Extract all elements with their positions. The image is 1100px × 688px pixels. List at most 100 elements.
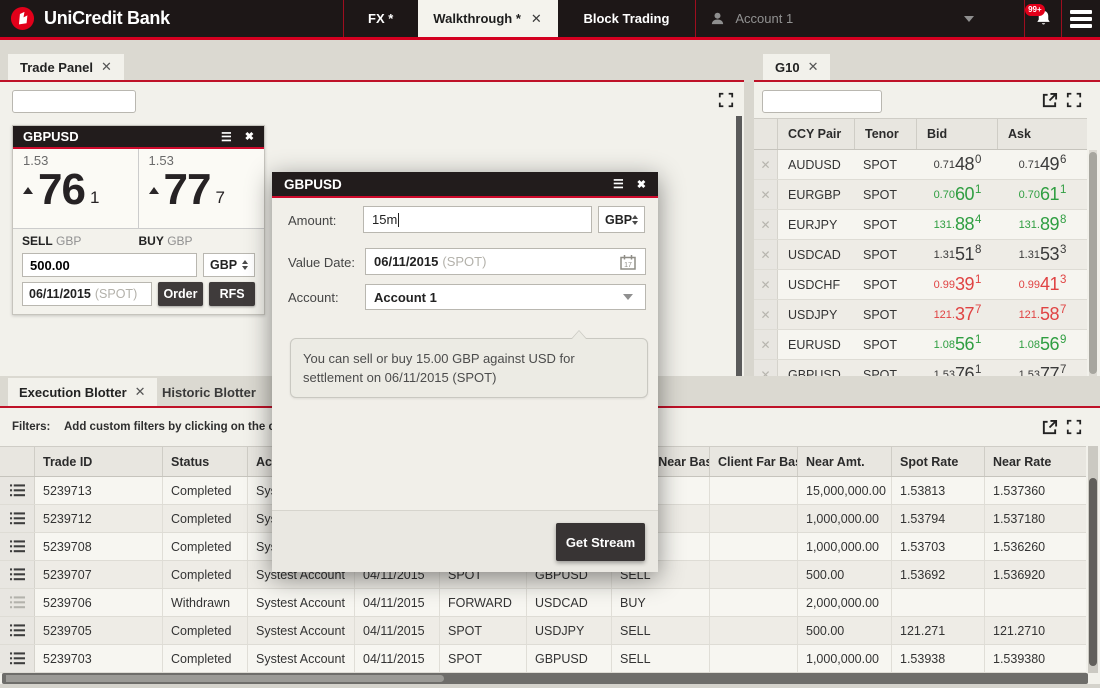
g10-row[interactable]: ✕ AUDUSD SPOT 0.71480 0.71496 — [754, 150, 1087, 180]
dialog-header[interactable]: GBPUSD ☰ ✖ — [272, 172, 658, 198]
notifications-button[interactable]: 99+ — [1025, 0, 1061, 37]
dialog-close-icon[interactable]: ✖ — [637, 178, 646, 191]
remove-pair-button[interactable]: ✕ — [754, 210, 778, 239]
tab-trade-panel[interactable]: Trade Panel ✕ — [8, 54, 124, 80]
remove-pair-button[interactable]: ✕ — [754, 360, 778, 376]
dialog-ccy-select[interactable]: GBP — [598, 206, 645, 233]
close-icon[interactable]: ✕ — [808, 59, 819, 75]
blotter-row[interactable]: 5239703 Completed Systest Account 04/11/… — [0, 645, 1086, 673]
ccy-select[interactable]: GBP — [203, 253, 255, 277]
amount-input[interactable] — [30, 258, 189, 273]
row-menu-button[interactable] — [0, 617, 35, 644]
trade-panel-scrollbar[interactable] — [736, 116, 742, 376]
g10-row[interactable]: ✕ USDJPY SPOT 121.377 121.587 — [754, 300, 1087, 330]
dialog-menu-icon[interactable]: ☰ — [613, 177, 624, 191]
bid-price-cell[interactable]: 121.377 — [917, 304, 998, 325]
g10-row[interactable]: ✕ EURGBP SPOT 0.70601 0.70611 — [754, 180, 1087, 210]
widget-close-icon[interactable]: ✖ — [245, 130, 254, 143]
ask-price-cell[interactable]: 121.587 — [998, 304, 1087, 325]
row-menu-button[interactable] — [0, 645, 35, 672]
maximize-icon[interactable] — [1066, 419, 1082, 435]
g10-header-bid[interactable]: Bid — [917, 119, 998, 149]
trade-search-input[interactable] — [13, 95, 180, 109]
bid-price-cell[interactable]: 0.70601 — [917, 184, 998, 205]
g10-row[interactable]: ✕ USDCAD SPOT 1.31518 1.31533 — [754, 240, 1087, 270]
maximize-icon[interactable] — [718, 92, 734, 108]
blotter-header-near-rate[interactable]: Near Rate — [985, 447, 1086, 476]
scrollbar-thumb[interactable] — [1089, 478, 1097, 666]
g10-row[interactable]: ✕ EURJPY SPOT 131.884 131.898 — [754, 210, 1087, 240]
blotter-row[interactable]: 5239706 Withdrawn Systest Account 04/11/… — [0, 589, 1086, 617]
bid-price-cell[interactable]: 1.53761 — [917, 364, 998, 376]
ask-price-cell[interactable]: 131.898 — [998, 214, 1087, 235]
row-menu-button[interactable] — [0, 505, 35, 532]
dialog-account-select[interactable]: Account 1 — [365, 284, 646, 310]
bid-price-cell[interactable]: 1.31518 — [917, 244, 998, 265]
remove-pair-button[interactable]: ✕ — [754, 330, 778, 359]
g10-scrollbar[interactable] — [1089, 150, 1097, 376]
get-stream-button[interactable]: Get Stream — [556, 523, 645, 561]
close-icon[interactable]: ✕ — [531, 11, 542, 27]
blotter-header-client-far-base[interactable]: Client Far Base — [710, 447, 798, 476]
blotter-header-trade-id[interactable]: Trade ID — [35, 447, 163, 476]
blotter-header-status[interactable]: Status — [163, 447, 248, 476]
blotter-header-near-amt[interactable]: Near Amt. — [798, 447, 892, 476]
g10-header-ask[interactable]: Ask — [998, 119, 1087, 149]
menu-button[interactable] — [1062, 0, 1100, 37]
ask-quote[interactable]: 1.53 77 7 — [139, 149, 265, 228]
remove-pair-button[interactable]: ✕ — [754, 240, 778, 269]
popout-icon[interactable] — [1041, 92, 1058, 109]
g10-row[interactable]: ✕ USDCHF SPOT 0.99391 0.99413 — [754, 270, 1087, 300]
bid-price-cell[interactable]: 131.884 — [917, 214, 998, 235]
bid-price-cell[interactable]: 0.71480 — [917, 154, 998, 175]
scrollbar-thumb[interactable] — [1089, 152, 1097, 374]
blotter-hscrollbar[interactable] — [2, 673, 1088, 684]
row-menu-button[interactable] — [0, 561, 35, 588]
g10-row[interactable]: ✕ GBPUSD SPOT 1.53761 1.53777 — [754, 360, 1087, 376]
account-selector[interactable]: Account 1 — [696, 0, 1024, 37]
dialog-value-date-field[interactable]: 06/11/2015 (SPOT) 17 — [365, 248, 646, 275]
row-menu-button[interactable] — [0, 533, 35, 560]
dialog-amount-field[interactable]: 15m — [363, 206, 592, 233]
ask-price-cell[interactable]: 1.53777 — [998, 364, 1087, 376]
blotter-header-spot-rate[interactable]: Spot Rate — [892, 447, 985, 476]
tab-execution-blotter[interactable]: Execution Blotter ✕ — [8, 378, 157, 406]
bid-price-cell[interactable]: 0.99391 — [917, 274, 998, 295]
tab-g10[interactable]: G10 ✕ — [763, 54, 830, 80]
value-date-input[interactable]: 06/11/2015 (SPOT) — [22, 282, 152, 306]
blotter-vscrollbar[interactable] — [1088, 446, 1098, 673]
popout-icon[interactable] — [1041, 419, 1058, 436]
ask-price-cell[interactable]: 0.99413 — [998, 274, 1087, 295]
ask-price-cell[interactable]: 0.71496 — [998, 154, 1087, 175]
calendar-icon[interactable]: 17 — [619, 253, 637, 271]
g10-header-tenor[interactable]: Tenor — [855, 119, 917, 149]
remove-pair-button[interactable]: ✕ — [754, 180, 778, 209]
widget-menu-icon[interactable]: ☰ — [221, 130, 232, 144]
maximize-icon[interactable] — [1066, 92, 1082, 108]
tab-walkthrough[interactable]: Walkthrough * ✕ — [418, 0, 558, 37]
row-menu-button[interactable] — [0, 589, 35, 616]
ask-price-cell[interactable]: 0.70611 — [998, 184, 1087, 205]
remove-pair-button[interactable]: ✕ — [754, 300, 778, 329]
tab-historic-blotter[interactable]: Historic Blotter — [150, 378, 268, 406]
ask-price-cell[interactable]: 1.31533 — [998, 244, 1087, 265]
rfs-button[interactable]: RFS — [209, 282, 255, 306]
g10-row[interactable]: ✕ EURUSD SPOT 1.08561 1.08569 — [754, 330, 1087, 360]
tab-block-trading[interactable]: Block Trading — [558, 0, 697, 37]
price-widget-header[interactable]: GBPUSD ☰ ✖ — [13, 126, 264, 149]
row-menu-button[interactable] — [0, 477, 35, 504]
g10-header-ccy-pair[interactable]: CCY Pair — [778, 119, 855, 149]
remove-pair-button[interactable]: ✕ — [754, 150, 778, 179]
tab-fx[interactable]: FX * — [343, 0, 418, 37]
g10-search-input[interactable] — [763, 95, 930, 109]
panel-divider[interactable] — [744, 82, 754, 376]
close-icon[interactable]: ✕ — [135, 384, 146, 400]
bid-quote[interactable]: 1.53 76 1 — [13, 149, 139, 228]
blotter-row[interactable]: 5239705 Completed Systest Account 04/11/… — [0, 617, 1086, 645]
ask-price-cell[interactable]: 1.08569 — [998, 334, 1087, 355]
bid-price-cell[interactable]: 1.08561 — [917, 334, 998, 355]
scrollbar-thumb[interactable] — [6, 675, 444, 682]
order-button[interactable]: Order — [158, 282, 204, 306]
remove-pair-button[interactable]: ✕ — [754, 270, 778, 299]
close-icon[interactable]: ✕ — [101, 59, 112, 75]
